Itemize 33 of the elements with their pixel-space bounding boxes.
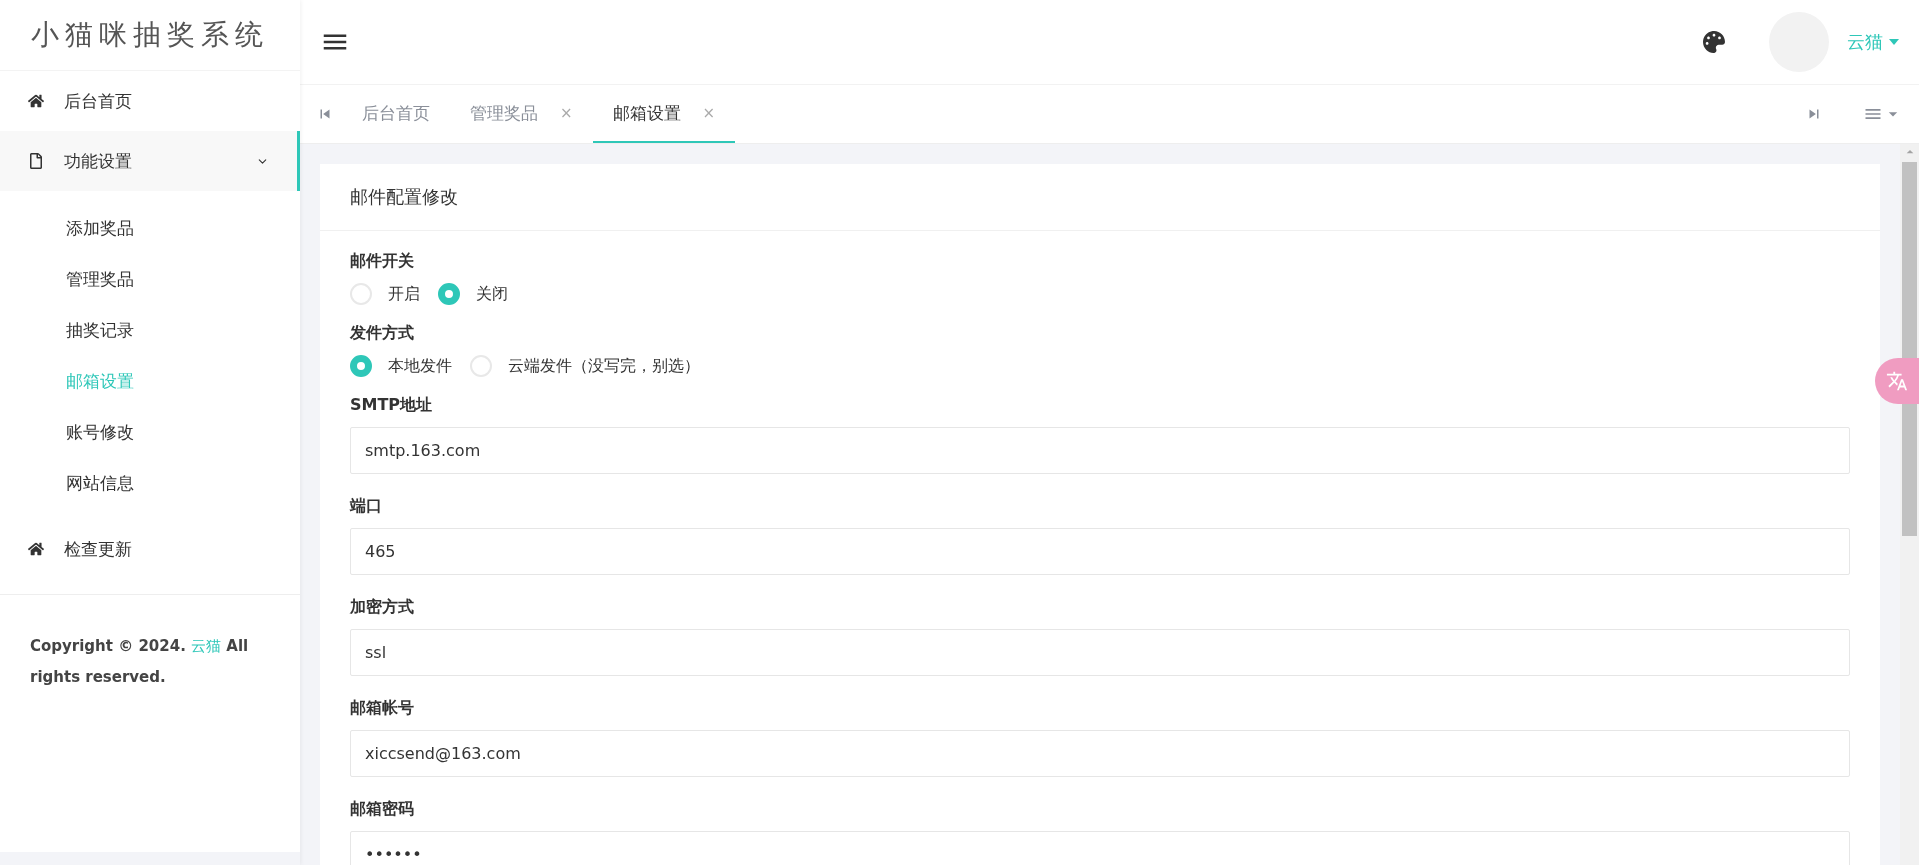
- caret-icon: [1889, 39, 1899, 45]
- home-icon: [28, 541, 44, 557]
- input-field[interactable]: smtp.163.com: [350, 427, 1850, 474]
- radio-option[interactable]: 关闭: [438, 283, 508, 305]
- scrollbar[interactable]: [1900, 144, 1919, 865]
- field-label: 加密方式: [350, 597, 415, 618]
- document-icon: [28, 153, 44, 169]
- submenu-item[interactable]: 网站信息: [0, 458, 300, 509]
- radio-option[interactable]: 本地发件: [350, 355, 452, 377]
- input-field[interactable]: 465: [350, 528, 1850, 575]
- radio-option[interactable]: 云端发件（没写完，别选）: [470, 355, 700, 377]
- submenu-item[interactable]: 账号修改: [0, 407, 300, 458]
- radio-option[interactable]: 开启: [350, 283, 420, 305]
- field-label: 发件方式: [350, 323, 415, 344]
- input-field[interactable]: ••••••: [350, 831, 1850, 865]
- submenu-item[interactable]: 添加奖品: [0, 203, 300, 254]
- input-field[interactable]: ssl: [350, 629, 1850, 676]
- input-field[interactable]: xiccsend@163.com: [350, 730, 1850, 777]
- submenu-item[interactable]: 抽奖记录: [0, 305, 300, 356]
- copyright-text: Copyright © 2024. 云猫 All rights reserved.: [30, 636, 250, 688]
- field-label: 邮件开关: [350, 251, 415, 272]
- home-icon: [28, 93, 44, 109]
- sidebar-item[interactable]: 检查更新: [0, 519, 300, 579]
- card-title: 邮件配置修改: [320, 164, 1880, 231]
- field-label: SMTP地址: [350, 395, 434, 416]
- submenu-item[interactable]: 管理奖品: [0, 254, 300, 305]
- palette-icon[interactable]: [1703, 31, 1725, 53]
- field-label: 端口: [350, 496, 383, 517]
- translate-icon[interactable]: [1875, 358, 1919, 404]
- field-label: 邮箱密码: [350, 799, 415, 820]
- field-label: 邮箱帐号: [350, 698, 415, 719]
- sidebar-item[interactable]: 后台首页: [0, 71, 300, 131]
- sidebar-item[interactable]: 功能设置: [0, 131, 300, 191]
